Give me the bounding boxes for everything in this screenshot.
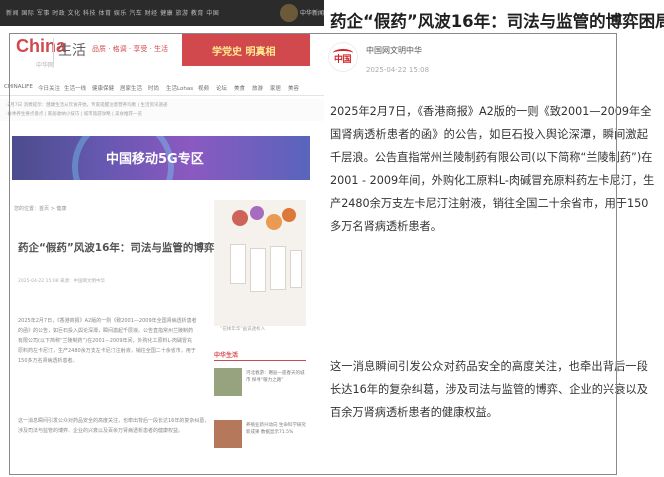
article-headline: 药企“假药”风波16年：司法与监管的博弈困局 [330, 12, 664, 31]
content-frame [9, 33, 617, 475]
top-nav-links[interactable]: 新闻 国际 军事 时政 文化 科技 体育 娱乐 汽车 财经 健康 旅游 教育 中… [6, 8, 219, 17]
top-brand-name: 中华新闻 [300, 10, 324, 17]
brand-emblem-icon [280, 4, 298, 22]
site-top-bar: 新闻 国际 军事 时政 文化 科技 体育 娱乐 汽车 财经 健康 旅游 教育 中… [0, 0, 324, 26]
